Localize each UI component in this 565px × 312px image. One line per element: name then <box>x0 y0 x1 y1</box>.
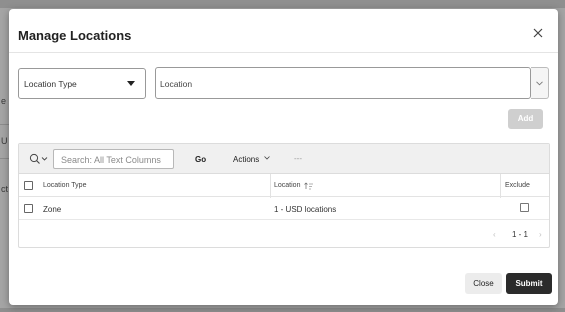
pagination: ‹ 1 - 1 › <box>19 221 549 247</box>
dialog-header: Manage Locations <box>9 9 558 53</box>
table-header: Location Type Location Exclude <box>19 174 549 197</box>
chevron-down-icon <box>264 156 270 160</box>
dialog-title: Manage Locations <box>18 28 132 43</box>
background-text-fragment: U <box>1 136 8 146</box>
manage-locations-dialog: Manage Locations Location Type Location … <box>9 9 558 305</box>
background-text-fragment: ct <box>1 184 9 194</box>
next-page-icon[interactable]: › <box>539 230 542 239</box>
location-input[interactable]: Location <box>155 67 531 99</box>
table-row: Zone 1 - USD locations <box>19 198 549 220</box>
add-button[interactable]: Add <box>508 109 543 129</box>
submit-button[interactable]: Submit <box>506 273 552 294</box>
location-dropdown-button[interactable] <box>531 67 549 99</box>
actions-menu-button[interactable]: Actions <box>233 155 259 164</box>
search-icon[interactable] <box>29 153 51 165</box>
pagination-range: 1 - 1 <box>512 230 529 239</box>
search-input[interactable] <box>61 151 174 169</box>
search-field[interactable] <box>53 149 174 169</box>
column-header-location[interactable]: Location <box>274 182 300 189</box>
grid-toolbar: Go Actions --- <box>19 144 549 174</box>
caret-down-icon <box>127 81 135 86</box>
location-type-select-value: Location Type <box>24 79 77 89</box>
previous-page-icon[interactable]: ‹ <box>493 230 496 239</box>
column-header-exclude[interactable]: Exclude <box>505 182 530 189</box>
more-menu[interactable]: --- <box>294 154 302 163</box>
chevron-down-icon <box>536 81 543 86</box>
exclude-checkbox[interactable] <box>520 203 529 212</box>
location-input-placeholder: Location <box>160 79 193 89</box>
location-type-select[interactable]: Location Type <box>18 68 146 99</box>
locations-grid: Go Actions --- Location Type Location Ex… <box>18 143 550 248</box>
cell-location: 1 - USD locations <box>274 205 337 214</box>
column-header-location-type[interactable]: Location Type <box>43 182 86 189</box>
cell-location-type: Zone <box>43 205 62 214</box>
go-button[interactable]: Go <box>195 155 206 164</box>
row-select-checkbox[interactable] <box>24 204 33 213</box>
background-divider <box>0 158 9 159</box>
close-button[interactable]: Close <box>465 273 502 294</box>
sort-ascending-icon[interactable] <box>304 182 314 190</box>
close-icon[interactable] <box>532 27 544 39</box>
select-all-checkbox[interactable] <box>24 181 33 190</box>
background-divider <box>0 124 9 125</box>
